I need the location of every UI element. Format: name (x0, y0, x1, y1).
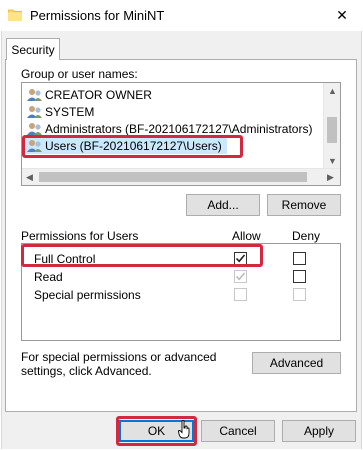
list-item-label: SYSTEM (45, 104, 95, 119)
window-title: Permissions for MiniNT (30, 8, 165, 23)
group-names-label: Group or user names: (21, 67, 138, 81)
tab-security[interactable]: Security (6, 38, 60, 60)
add-button-label: Add... (207, 198, 239, 212)
scroll-thumb[interactable] (39, 172, 307, 182)
permission-name: Special permissions (34, 288, 141, 302)
permission-row: Special permissions (34, 286, 141, 304)
permissions-label: Permissions for Users (21, 229, 139, 243)
scroll-right-icon[interactable]: ▶ (327, 173, 334, 182)
permission-row: Full Control (34, 250, 95, 268)
deny-header: Deny (292, 229, 321, 243)
scroll-up-icon[interactable]: ▲ (328, 87, 337, 96)
deny-checkbox[interactable] (293, 252, 306, 265)
vertical-scrollbar[interactable]: ▲ ▼ (323, 83, 340, 169)
users-icon (27, 122, 42, 135)
close-icon: ✕ (336, 6, 348, 23)
allow-header: Allow (232, 229, 261, 243)
apply-button-label: Apply (303, 424, 335, 438)
allow-checkbox[interactable] (234, 270, 247, 283)
permission-name: Read (34, 270, 63, 284)
horizontal-scrollbar[interactable]: ◀ ▶ (22, 168, 340, 185)
remove-button[interactable]: Remove (267, 194, 341, 216)
apply-button[interactable]: Apply (282, 420, 356, 442)
permission-name: Full Control (34, 252, 96, 266)
users-icon (27, 105, 42, 118)
scroll-left-icon[interactable]: ◀ (26, 173, 33, 182)
tab-label: Security (11, 42, 55, 57)
list-item-label: Users (BF-202106172127\Users) (45, 138, 222, 153)
folder-icon (8, 9, 22, 21)
list-item[interactable]: SYSTEM (27, 103, 94, 120)
permission-row: Read (34, 268, 63, 286)
cancel-button[interactable]: Cancel (201, 420, 275, 442)
list-item-selected[interactable]: Users (BF-202106172127\Users) (25, 137, 227, 154)
close-button[interactable]: ✕ (325, 2, 359, 28)
group-list[interactable]: CREATOR OWNER SYSTEM Administrators (BF-… (21, 82, 341, 186)
list-item[interactable]: Administrators (BF-202106172127\Administ… (27, 120, 312, 137)
scroll-thumb[interactable] (327, 117, 337, 143)
ok-button-label: OK (147, 424, 166, 438)
users-icon (27, 88, 42, 101)
list-item[interactable]: CREATOR OWNER (27, 86, 152, 103)
check-icon (235, 272, 246, 281)
remove-button-label: Remove (281, 198, 327, 212)
add-button[interactable]: Add... (186, 194, 260, 216)
allow-checkbox[interactable] (234, 288, 247, 301)
deny-checkbox[interactable] (293, 288, 306, 301)
hand-cursor-icon (178, 420, 190, 439)
advanced-button[interactable]: Advanced (252, 352, 341, 374)
list-item-label: CREATOR OWNER (45, 87, 152, 102)
advanced-button-label: Advanced (269, 356, 324, 370)
check-icon (235, 254, 246, 263)
cancel-button-label: Cancel (219, 424, 257, 438)
scroll-down-icon[interactable]: ▼ (328, 157, 337, 166)
users-icon (27, 139, 42, 152)
allow-checkbox[interactable] (234, 252, 247, 265)
list-item-label: Administrators (BF-202106172127\Administ… (45, 121, 313, 136)
deny-checkbox[interactable] (293, 270, 306, 283)
permissions-list: Full Control Read Special permissions (21, 243, 341, 341)
advanced-help-text: For special permissions or advanced sett… (21, 350, 217, 378)
